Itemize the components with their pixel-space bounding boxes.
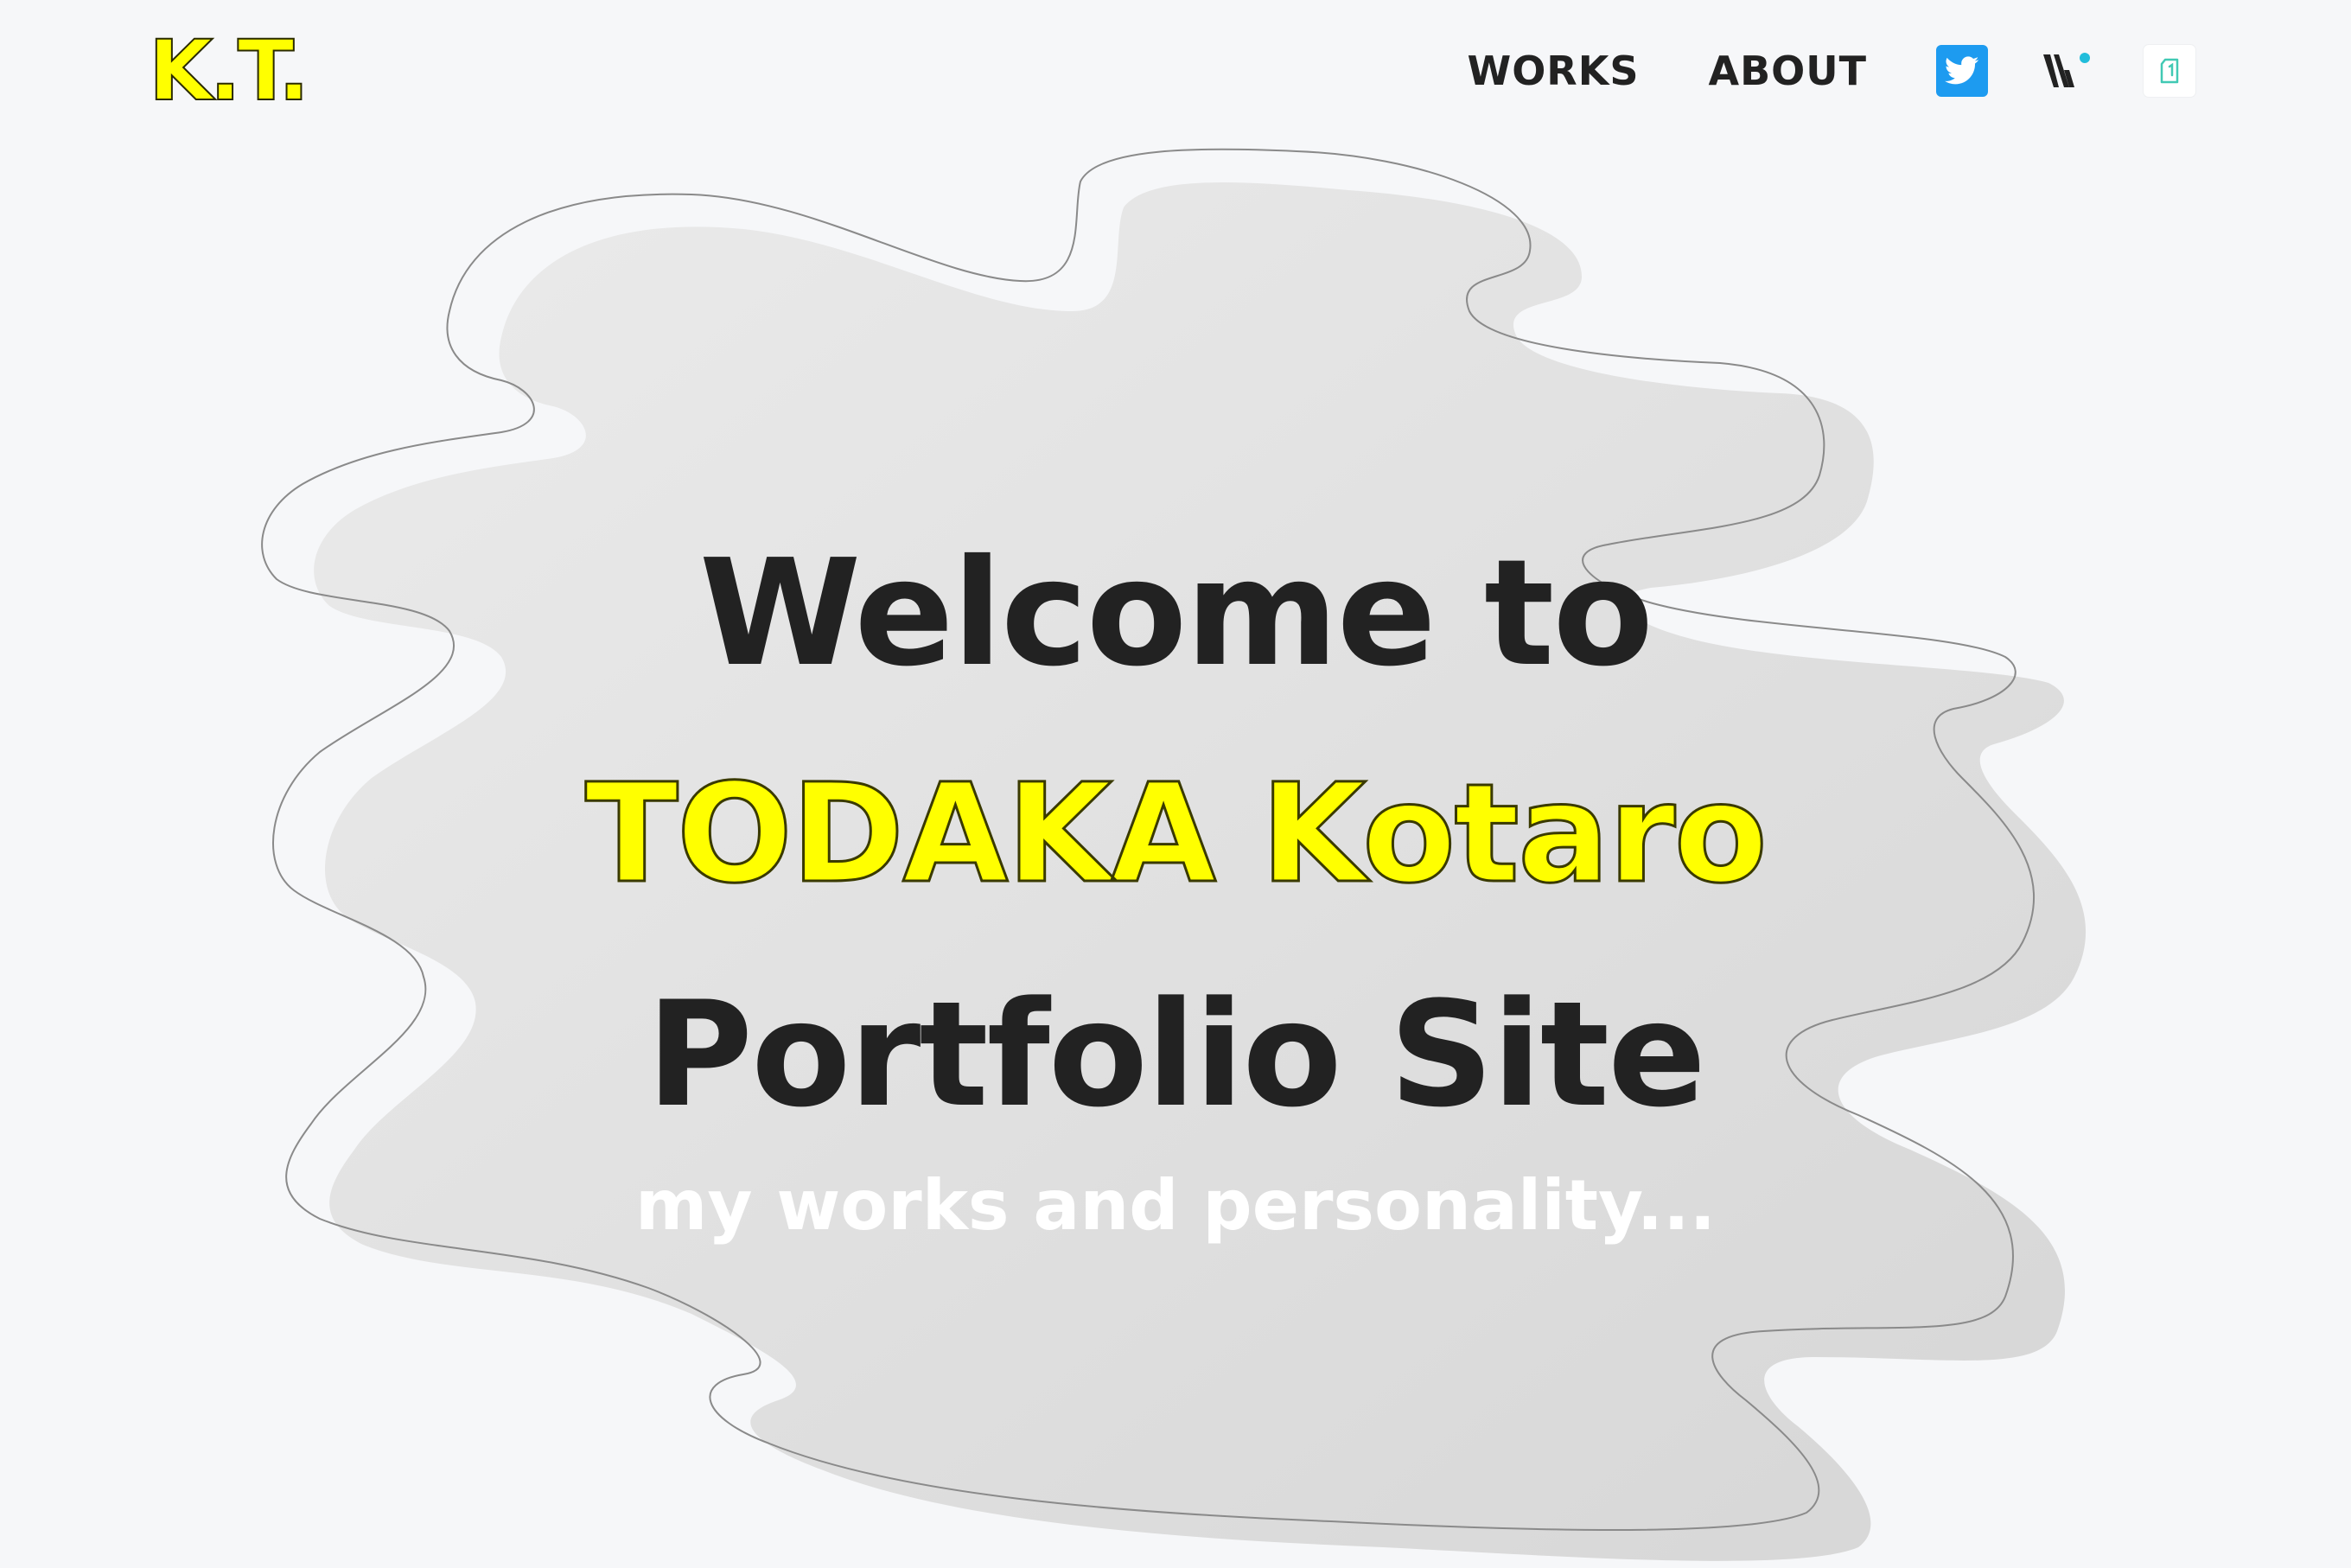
hero-portfolio-heading: Portfolio Site [646,970,1706,1139]
wantedly-logo-icon [2043,53,2090,87]
site-logo[interactable]: K.T. [148,29,310,113]
twitter-icon[interactable] [1936,45,1988,97]
hero-name-heading: TODAKA Kotaro [583,754,1768,915]
main-nav: WORKS ABOUT [1467,43,2195,99]
site-header: K.T. WORKS ABOUT [0,0,2351,147]
nav-works-link[interactable]: WORKS [1467,43,1639,99]
note-logo-icon [2160,58,2179,84]
note-icon[interactable] [2144,45,2195,97]
hero-welcome-heading: Welcome to [698,528,1653,699]
wantedly-icon[interactable] [2040,45,2092,97]
hero-tagline: my works and personality... [635,1165,1716,1246]
nav-about-link[interactable]: ABOUT [1709,43,1868,99]
twitter-bird-icon [1945,56,1979,85]
page: K.T. WORKS ABOUT Welcome to TODAKA Kotar… [0,0,2351,1568]
